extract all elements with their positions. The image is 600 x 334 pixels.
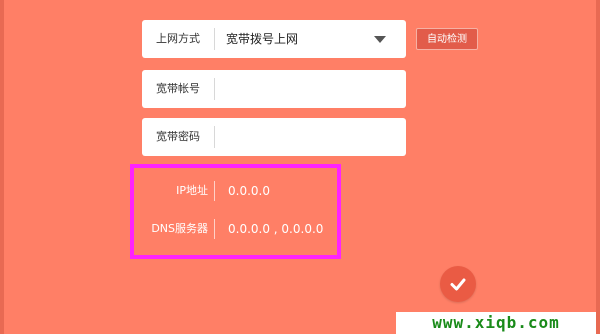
account-field[interactable]: 宽带帐号 (142, 70, 406, 108)
ip-value: 0.0.0.0 (228, 184, 270, 198)
watermark: www.xiqb.com (396, 312, 596, 334)
dns-row: DNS服务器 0.0.0.0 , 0.0.0.0 (0, 217, 600, 241)
password-field[interactable]: 宽带密码 (142, 118, 406, 156)
row-divider (214, 181, 215, 201)
connection-type-label: 上网方式 (156, 32, 200, 45)
chevron-down-icon[interactable] (374, 36, 386, 43)
ip-row: IP地址 0.0.0.0 (0, 179, 600, 203)
checkmark-icon (450, 278, 466, 291)
confirm-button[interactable] (440, 266, 476, 302)
account-label: 宽带帐号 (156, 82, 200, 95)
row-divider (214, 219, 215, 239)
field-divider (214, 28, 215, 50)
field-divider (214, 126, 215, 148)
right-edge (596, 0, 600, 334)
ip-label: IP地址 (176, 184, 208, 197)
connection-type-value: 宽带拨号上网 (226, 32, 299, 46)
left-edge (0, 0, 4, 334)
connection-type-select[interactable]: 上网方式 宽带拨号上网 (142, 20, 406, 58)
password-label: 宽带密码 (156, 130, 200, 143)
auto-detect-button[interactable]: 自动检测 (416, 28, 478, 50)
field-divider (214, 78, 215, 100)
dns-label: DNS服务器 (151, 222, 208, 235)
dns-value: 0.0.0.0 , 0.0.0.0 (228, 222, 324, 236)
